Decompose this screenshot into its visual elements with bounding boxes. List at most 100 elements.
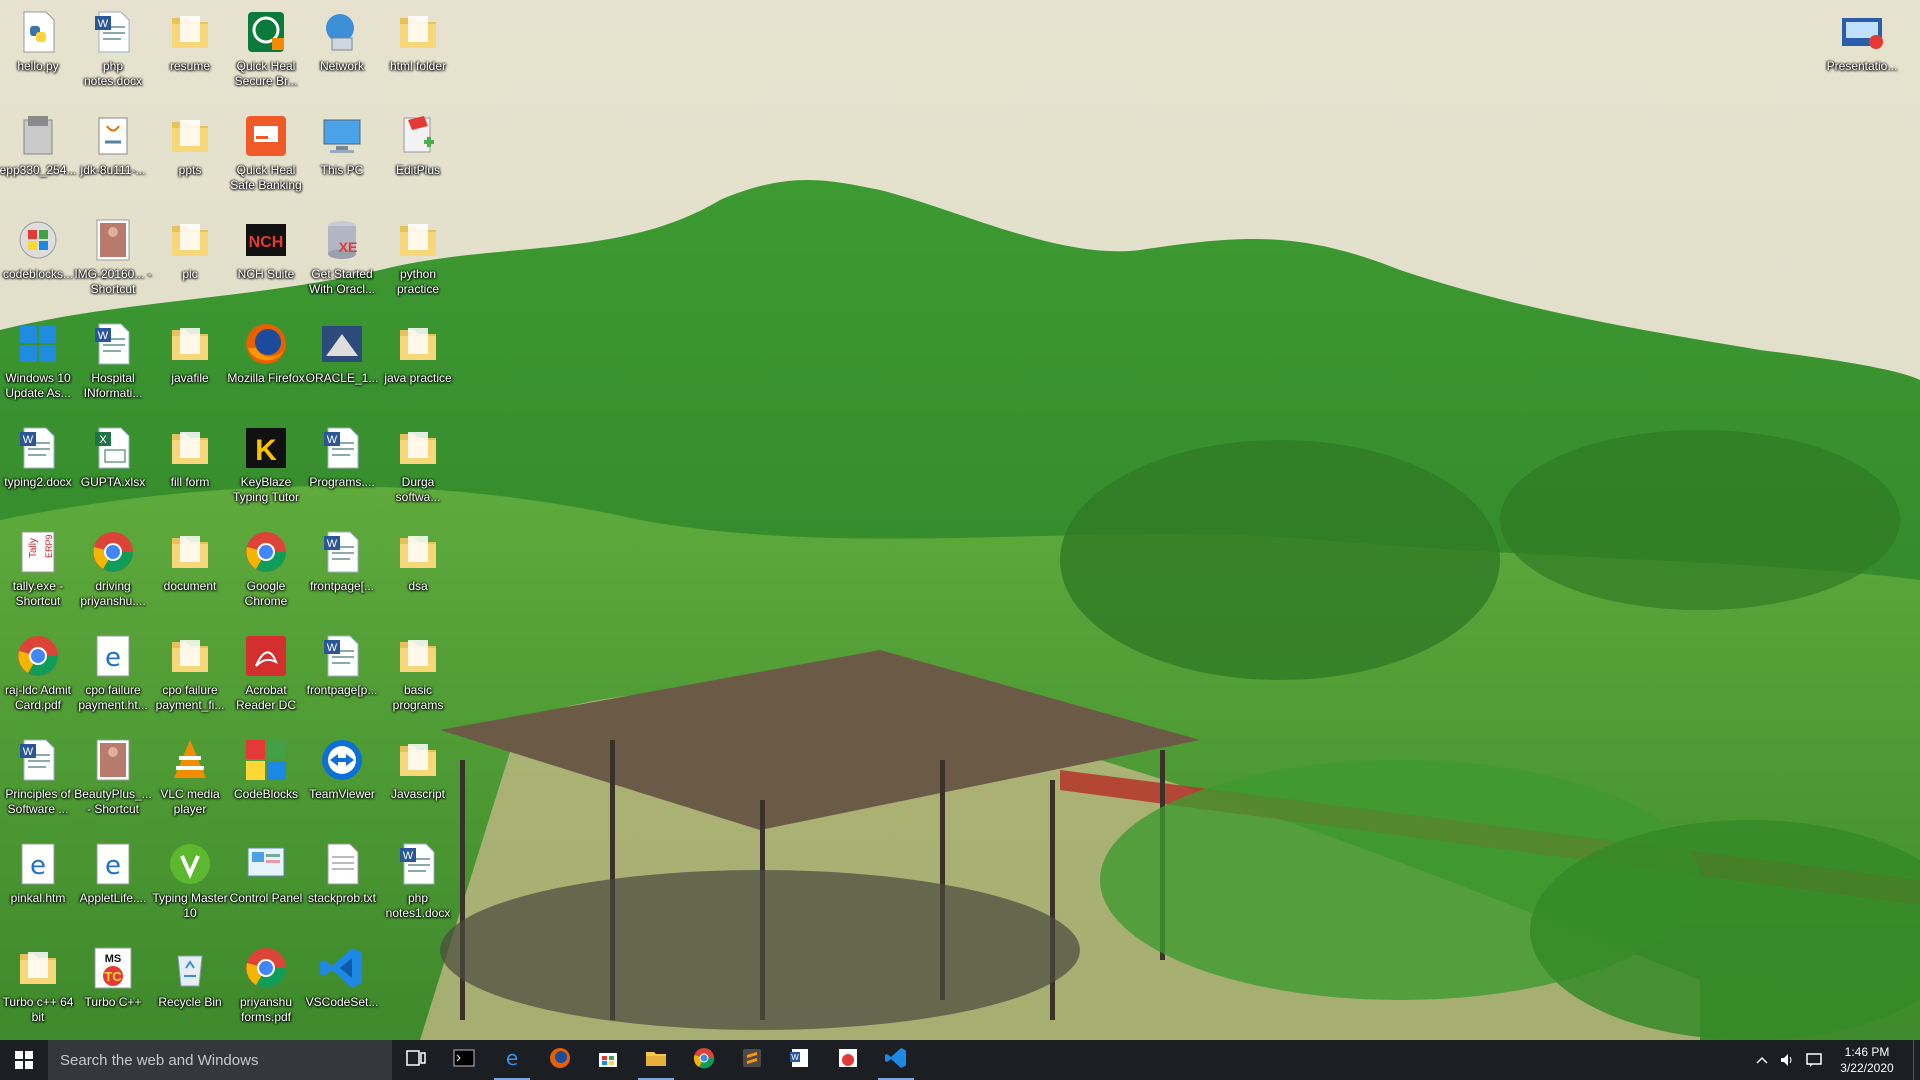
desktop-icon-fill-form[interactable]: fill form (153, 424, 227, 490)
desktop-icon-nch-suite[interactable]: NCH NCH Suite (229, 216, 303, 282)
taskbar-app-turbo-cpp[interactable] (824, 1040, 872, 1080)
desktop-icon-oracle-1[interactable]: ORACLE_1... (305, 320, 379, 386)
desktop-icon-pic[interactable]: pic (153, 216, 227, 282)
taskbar-app-task-view[interactable] (392, 1040, 440, 1080)
desktop-icon-principles-of-software[interactable]: W Principles of Software ... (1, 736, 75, 817)
desktop-icon-img-20160-shortcut[interactable]: IMG-20160... - Shortcut (74, 216, 152, 297)
desktop-icon-hospital-informati[interactable]: W Hospital INformati... (76, 320, 150, 401)
desktop-icon-this-pc[interactable]: This PC (305, 112, 379, 178)
desktop-icon-pinkal-htm[interactable]: e pinkal.htm (1, 840, 75, 906)
desktop-icon-label: cpo failure payment_fi... (155, 683, 225, 712)
desktop-icon-cpo-failure-payment-ht[interactable]: e cpo failure payment.ht... (76, 632, 150, 713)
taskbar-app-word[interactable]: W (776, 1040, 824, 1080)
desktop-icon-label: epp330_254... (0, 163, 77, 177)
taskbar-clock[interactable]: 1:46 PM 3/22/2020 (1827, 1044, 1907, 1076)
desktop-icon-stackprob-txt[interactable]: stackprob.txt (305, 840, 379, 906)
desktop-icon-typing-master-10[interactable]: Typing Master 10 (152, 840, 228, 921)
desktop-icon-appletlife[interactable]: e AppletLife.... (76, 840, 150, 906)
oracle-xe-icon: XE (318, 216, 366, 264)
desktop-icon-editplus[interactable]: EditPlus (381, 112, 455, 178)
taskbar-app-firefox[interactable] (536, 1040, 584, 1080)
desktop-icon-teamviewer[interactable]: TeamViewer (305, 736, 379, 802)
desktop-icon-label: Get Started With Oracl... (308, 267, 375, 296)
desktop-icon-presentatio[interactable]: Presentatio... (1825, 8, 1899, 74)
desktop-icon-javafile[interactable]: javafile (153, 320, 227, 386)
desktop-icon-vscodeset[interactable]: VSCodeSet... (305, 944, 379, 1010)
desktop-icon-dsa[interactable]: dsa (381, 528, 455, 594)
desktop-icon-resume[interactable]: resume (153, 8, 227, 74)
desktop-icon-turbo-c[interactable]: MS TC Turbo C++ (76, 944, 150, 1010)
desktop-icon-hello-py[interactable]: hello.py (1, 8, 75, 74)
vlc-icon (166, 736, 214, 784)
nch-suite-icon: NCH (242, 216, 290, 264)
show-desktop-button[interactable] (1913, 1040, 1920, 1080)
oracle-installer-icon (318, 320, 366, 368)
desktop-icon-java-practice[interactable]: java practice (381, 320, 455, 386)
desktop-area: hello.py Wphp notes.docx resume Quick Heal … (0, 0, 1920, 1040)
desktop-icon-get-started-with-oracl[interactable]: XE Get Started With Oracl... (305, 216, 379, 297)
desktop-icon-keyblaze-typing-tutor[interactable]: K KeyBlaze Typing Tutor (229, 424, 303, 505)
desktop-icon-mozilla-firefox[interactable]: Mozilla Firefox (227, 320, 305, 386)
desktop-icon-basic-programs[interactable]: basic programs (381, 632, 455, 713)
desktop-icon-label: frontpage[... (309, 579, 375, 593)
desktop-icon-codeblocks[interactable]: CodeBlocks (229, 736, 303, 802)
desktop-icon-driving-priyanshu[interactable]: driving priyanshu.... (76, 528, 150, 609)
desktop-icon-beautyplus-shortcut[interactable]: BeautyPlus_... - Shortcut (74, 736, 152, 817)
vscode-icon (318, 944, 366, 992)
svg-text:W: W (327, 538, 338, 550)
chevron-up-icon[interactable] (1749, 1040, 1775, 1080)
taskbar-app-vscode[interactable] (872, 1040, 920, 1080)
desktop-icon-quick-heal-secure-br[interactable]: Quick Heal Secure Br... (229, 8, 303, 89)
folder-icon (394, 216, 442, 264)
desktop-icon-javascript[interactable]: Javascript (381, 736, 455, 802)
desktop-icon-quick-heal-safe-banking[interactable]: Quick Heal Safe Banking (229, 112, 303, 193)
desktop-icon-tally-exe-shortcut[interactable]: Tally ERP9 tally.exe - Shortcut (1, 528, 75, 609)
desktop-icon-document[interactable]: document (153, 528, 227, 594)
desktop-icon-html-folder[interactable]: html folder (381, 8, 455, 74)
editplus-icon (394, 112, 442, 160)
desktop-icon-raj-ldc-admit-card-pdf[interactable]: raj-ldc Admit Card.pdf (1, 632, 75, 713)
desktop-icon-acrobat-reader-dc[interactable]: Acrobat Reader DC (229, 632, 303, 713)
start-button[interactable] (0, 1040, 48, 1080)
taskbar-app-sublime[interactable] (728, 1040, 776, 1080)
desktop-icon-recycle-bin[interactable]: Recycle Bin (153, 944, 227, 1010)
desktop-icon-programs[interactable]: W Programs.... (305, 424, 379, 490)
taskbar-app-command-prompt[interactable] (440, 1040, 488, 1080)
desktop-icon-cpo-failure-payment-fi[interactable]: cpo failure payment_fi... (153, 632, 227, 713)
desktop-icon-jdk-8u111[interactable]: jdk-8u111-... (76, 112, 150, 178)
volume-icon[interactable] (1775, 1040, 1801, 1080)
desktop-icon-durga-softwa[interactable]: Durga softwa... (381, 424, 455, 505)
desktop-icon-windows-10-update-as[interactable]: Windows 10 Update As... (1, 320, 75, 401)
desktop-icon-vlc-media-player[interactable]: VLC media player (153, 736, 227, 817)
folder-icon (166, 528, 214, 576)
desktop-icon-codeblocks[interactable]: codeblocks... (1, 216, 75, 282)
word-doc-icon: W (394, 840, 442, 888)
desktop-icon-python-practice[interactable]: python practice (381, 216, 455, 297)
desktop-icon-label: Quick Heal Secure Br... (234, 59, 298, 88)
desktop-icon-label: cpo failure payment.ht... (78, 683, 148, 712)
desktop-icon-turbo-c-64-bit[interactable]: Turbo c++ 64 bit (1, 944, 75, 1025)
desktop-icon-priyanshu-forms-pdf[interactable]: priyanshu forms.pdf (229, 944, 303, 1025)
desktop-icon-php-notes1-docx[interactable]: Wphp notes1.docx (381, 840, 455, 921)
taskbar-app-file-explorer[interactable] (632, 1040, 680, 1080)
desktop-icon-network[interactable]: Network (305, 8, 379, 74)
taskbar-app-edge[interactable]: e (488, 1040, 536, 1080)
desktop-icon-typing2-docx[interactable]: Wtyping2.docx (1, 424, 75, 490)
teamviewer-icon (318, 736, 366, 784)
desktop-icon-php-notes-docx[interactable]: Wphp notes.docx (76, 8, 150, 89)
taskbar-search-box[interactable]: Search the web and Windows (48, 1040, 392, 1080)
taskbar-app-store[interactable] (584, 1040, 632, 1080)
desktop-icon-ppts[interactable]: ppts (153, 112, 227, 178)
desktop-icon-epp330-254[interactable]: epp330_254... (0, 112, 77, 178)
desktop-icon-google-chrome[interactable]: Google Chrome (229, 528, 303, 609)
chrome-icon (89, 528, 137, 576)
image-file-icon (89, 216, 137, 264)
taskbar-app-chrome[interactable] (680, 1040, 728, 1080)
store-icon (596, 1046, 620, 1075)
desktop-icon-frontpage[interactable]: Wfrontpage[... (305, 528, 379, 594)
desktop-icon-control-panel[interactable]: Control Panel (229, 840, 303, 906)
desktop-icon-gupta-xlsx[interactable]: X GUPTA.xlsx (76, 424, 150, 490)
word-doc-icon: W (318, 632, 366, 680)
action-center-icon[interactable] (1801, 1040, 1827, 1080)
desktop-icon-frontpage-p[interactable]: Wfrontpage[p... (305, 632, 379, 698)
